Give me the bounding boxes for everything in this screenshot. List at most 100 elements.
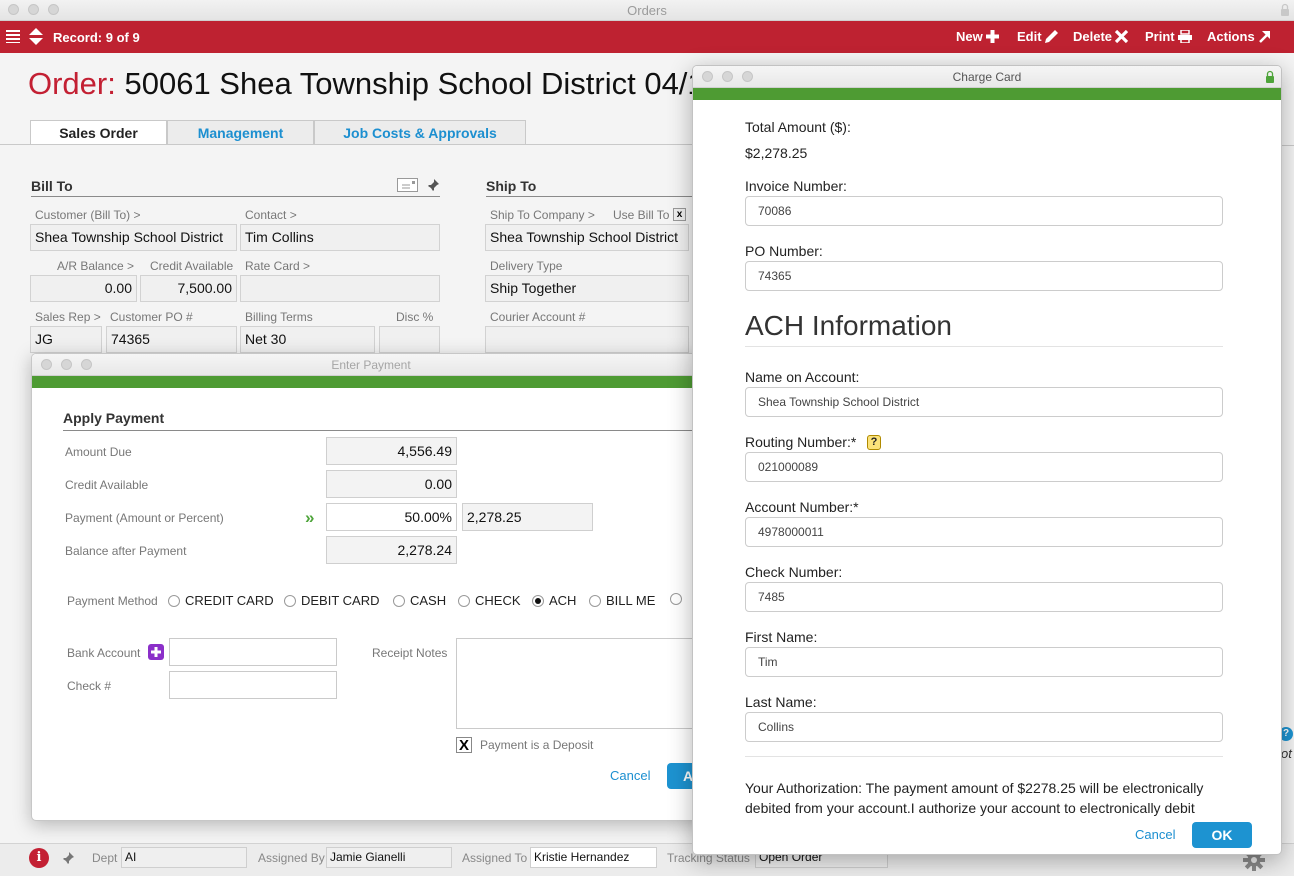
radio-button-selected[interactable] <box>532 594 544 607</box>
use-bill-to-checkbox[interactable]: x <box>673 208 686 221</box>
cancel-payment-button[interactable]: Cancel <box>610 768 650 783</box>
sales-rep-field[interactable]: JG <box>30 326 102 353</box>
credit-available-field[interactable]: 7,500.00 <box>140 275 237 302</box>
delivery-type-field[interactable]: Ship Together <box>485 275 689 302</box>
record-navigator-icon[interactable] <box>28 27 44 50</box>
sales-rep-label[interactable]: Sales Rep > <box>35 310 101 324</box>
invoice-number-input[interactable]: 70086 <box>745 196 1223 226</box>
dialog-accent-bar <box>693 88 1281 100</box>
tab-sales-order[interactable]: Sales Order <box>30 120 167 145</box>
payment-method-ach[interactable]: ACH <box>532 593 576 608</box>
ship-to-company-label[interactable]: Ship To Company > <box>490 208 595 222</box>
bill-to-divider <box>31 196 440 197</box>
cancel-charge-button[interactable]: Cancel <box>1135 827 1175 842</box>
ok-button[interactable]: OK <box>1192 822 1252 848</box>
enter-payment-dialog: Enter Payment Apply Payment Amount Due 4… <box>31 353 711 821</box>
plus-icon <box>151 647 161 657</box>
radio-button[interactable] <box>393 594 405 607</box>
name-on-account-input[interactable]: Shea Township School District <box>745 387 1223 417</box>
print-button[interactable]: Print <box>1145 29 1192 44</box>
last-name-input[interactable]: Collins <box>745 712 1223 742</box>
ship-to-heading: Ship To <box>486 178 537 194</box>
actions-button[interactable]: Actions <box>1207 29 1271 44</box>
disc-percent-field[interactable] <box>379 326 440 353</box>
payment-amount-field[interactable]: 2,278.25 <box>462 503 593 531</box>
radio-button[interactable] <box>589 594 601 607</box>
payment-method-credit-card[interactable]: CREDIT CARD <box>168 593 274 608</box>
x-icon <box>1115 30 1129 43</box>
check-number-input[interactable] <box>169 671 337 699</box>
secure-lock-icon <box>1265 70 1275 88</box>
delete-button[interactable]: Delete <box>1073 29 1129 44</box>
payment-method-other[interactable] <box>670 593 687 605</box>
total-amount-label: Total Amount ($): <box>745 119 851 135</box>
first-name-input[interactable]: Tim <box>745 647 1223 677</box>
order-label: Order: <box>28 66 116 101</box>
payment-is-deposit-checkbox[interactable]: X <box>456 737 472 753</box>
assigned-by-label: Assigned By <box>258 851 325 865</box>
radio-button[interactable] <box>284 594 296 607</box>
amount-due-label: Amount Due <box>65 445 132 459</box>
authorization-text: Your Authorization: The payment amount o… <box>745 780 1204 816</box>
notes-icon[interactable] <box>397 178 418 192</box>
credit-available-label: Credit Available <box>65 478 149 492</box>
payment-method-check[interactable]: CHECK <box>458 593 521 608</box>
routing-number-label: Routing Number:* <box>745 434 857 450</box>
balance-after-payment-label: Balance after Payment <box>65 544 187 558</box>
ach-divider <box>745 346 1223 347</box>
tab-management[interactable]: Management <box>167 120 314 144</box>
radio-button[interactable] <box>458 594 470 607</box>
contact-label[interactable]: Contact > <box>245 208 297 222</box>
rate-card-label[interactable]: Rate Card > <box>245 259 310 273</box>
assigned-to-field[interactable]: Kristie Hernandez <box>530 847 657 868</box>
ship-to-company-field[interactable]: Shea Township School District <box>485 224 689 251</box>
arrow-up-right-icon <box>1258 31 1270 43</box>
amount-due-field[interactable]: 4,556.49 <box>326 437 457 465</box>
account-number-input[interactable]: 4978000011 <box>745 517 1223 547</box>
bank-account-label: Bank Account <box>67 646 141 660</box>
contact-field[interactable]: Tim Collins <box>240 224 440 251</box>
rate-card-field[interactable] <box>240 275 440 302</box>
assigned-by-field[interactable]: Jamie Gianelli <box>326 847 452 868</box>
enter-payment-title: Enter Payment <box>331 358 411 372</box>
billing-terms-field[interactable]: Net 30 <box>240 326 375 353</box>
radio-button[interactable] <box>670 593 682 605</box>
payment-method-cash[interactable]: CASH <box>393 593 446 608</box>
balance-after-payment-field[interactable]: 2,278.24 <box>326 536 457 564</box>
menu-icon[interactable] <box>6 29 20 46</box>
new-button[interactable]: New <box>956 29 999 44</box>
payment-percent-field[interactable]: 50.00% <box>326 503 457 531</box>
edit-button[interactable]: Edit <box>1017 29 1058 44</box>
pin-icon[interactable] <box>426 178 440 197</box>
tab-job-costs-approvals[interactable]: Job Costs & Approvals <box>314 120 526 144</box>
dept-field[interactable]: AI <box>121 847 247 868</box>
apply-payment-heading: Apply Payment <box>63 410 165 426</box>
customer-po-field[interactable]: 74365 <box>106 326 237 353</box>
credit-available-field[interactable]: 0.00 <box>326 470 457 498</box>
payment-method-label: Payment Method <box>67 594 158 608</box>
po-number-input[interactable]: 74365 <box>745 261 1223 291</box>
bank-account-input[interactable] <box>169 638 337 666</box>
double-chevron-right-icon[interactable]: » <box>305 508 314 528</box>
info-icon[interactable]: i <box>29 848 49 868</box>
routing-help-icon[interactable]: ? <box>867 435 881 450</box>
add-bank-account-button[interactable] <box>148 644 164 660</box>
payment-method-debit-card[interactable]: DEBIT CARD <box>284 593 380 608</box>
payment-is-deposit-label: Payment is a Deposit <box>480 738 594 752</box>
window-titlebar: Orders <box>0 0 1294 21</box>
ar-balance-label[interactable]: A/R Balance > <box>57 259 134 273</box>
customer-bill-to-label[interactable]: Customer (Bill To) > <box>35 208 140 222</box>
pin-icon[interactable] <box>61 851 75 870</box>
check-number-input[interactable]: 7485 <box>745 582 1223 612</box>
pencil-icon <box>1044 30 1058 43</box>
name-on-account-label: Name on Account: <box>745 369 860 385</box>
radio-button[interactable] <box>168 594 180 607</box>
ship-to-divider <box>486 196 696 197</box>
printer-icon <box>1177 30 1192 43</box>
customer-field[interactable]: Shea Township School District <box>30 224 237 251</box>
payment-method-bill-me[interactable]: BILL ME <box>589 593 655 608</box>
receipt-notes-textarea[interactable] <box>456 638 710 729</box>
ar-balance-field[interactable]: 0.00 <box>30 275 137 302</box>
routing-number-input[interactable]: 021000089 <box>745 452 1223 482</box>
courier-account-field[interactable] <box>485 326 689 353</box>
